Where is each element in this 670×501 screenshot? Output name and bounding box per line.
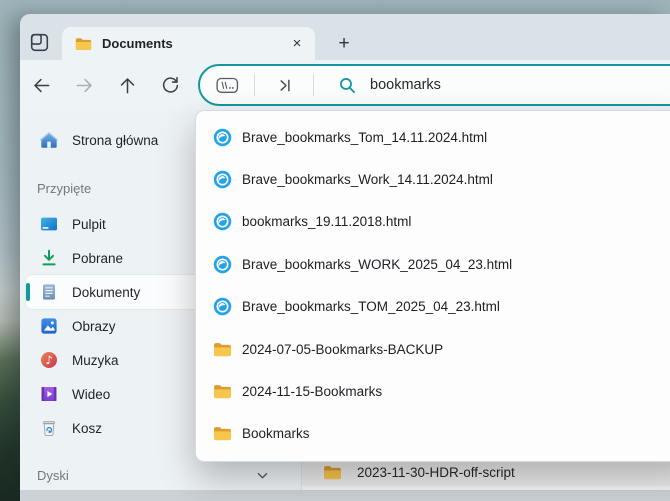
tab-documents[interactable]: Documents × <box>62 27 315 60</box>
search-result-name: Brave_bookmarks_TOM_2025_04_23.html <box>242 299 500 315</box>
search-result-name: bookmarks_19.11.2018.html <box>242 214 412 230</box>
address-search-bar[interactable] <box>198 64 670 106</box>
sidebar-item-label: Dokumenty <box>72 284 141 300</box>
searchbar-divider <box>254 74 255 96</box>
pictures-icon <box>39 316 59 336</box>
html-file-icon <box>213 212 232 231</box>
search-result-name: Brave_bookmarks_Tom_14.11.2024.html <box>242 129 488 145</box>
tab-list-button[interactable] <box>26 29 53 56</box>
tab-close-button[interactable]: × <box>287 34 307 54</box>
drives-section-header[interactable]: Dyski <box>26 463 295 487</box>
search-result-item[interactable]: Brave_bookmarks_TOM_2025_04_23.html <box>196 286 670 328</box>
drives-section-label: Dyski <box>37 467 69 483</box>
home-icon <box>39 130 59 150</box>
window-layout-icon <box>27 30 52 55</box>
back-button[interactable] <box>26 70 56 100</box>
folder-icon <box>213 384 232 399</box>
chevron-to-line-icon <box>275 76 294 95</box>
search-input[interactable] <box>368 76 670 94</box>
file-row[interactable]: 2023-11-30-HDR-off-script <box>302 458 670 486</box>
go-to-end-button[interactable] <box>263 70 305 100</box>
search-results-dropdown: Brave_bookmarks_Tom_14.11.2024.html Brav… <box>195 110 670 462</box>
search-icon <box>338 76 357 95</box>
new-tab-button[interactable]: + <box>331 31 357 57</box>
folder-icon <box>75 37 92 51</box>
back-arrow-icon <box>31 75 52 96</box>
sidebar-item-label: Kosz <box>72 420 103 436</box>
nav-button-group <box>26 70 185 100</box>
document-icon <box>39 282 59 302</box>
address-bar-icon <box>215 77 239 94</box>
desktop-icon <box>39 214 59 234</box>
file-explorer-window: Documents × + bookmarks Strona główna Pr… <box>20 14 670 501</box>
address-breadcrumb-button[interactable] <box>208 70 246 100</box>
refresh-icon <box>160 75 181 96</box>
search-result-item[interactable]: bookmarks_19.11.2018.html <box>196 201 670 243</box>
up-button[interactable] <box>112 70 142 100</box>
forward-button[interactable] <box>69 70 99 100</box>
sidebar-item-label: Muzyka <box>72 352 119 368</box>
search-result-name: Brave_bookmarks_WORK_2025_04_23.html <box>242 256 513 272</box>
navigation-toolbar <box>20 60 670 110</box>
search-result-item[interactable]: Bookmarks <box>196 413 670 455</box>
music-icon: ♪ <box>39 350 59 370</box>
up-arrow-icon <box>117 75 138 96</box>
chevron-down-icon[interactable] <box>253 466 271 484</box>
search-result-name: 2024-07-05-Bookmarks-BACKUP <box>242 341 444 357</box>
folder-icon <box>213 426 232 441</box>
searchbar-divider <box>313 74 314 96</box>
html-file-icon <box>213 170 232 189</box>
video-icon <box>39 384 59 404</box>
refresh-button[interactable] <box>155 70 185 100</box>
folder-icon <box>213 342 232 357</box>
search-result-item[interactable]: 2024-11-15-Bookmarks <box>196 370 670 412</box>
search-result-name: Bookmarks <box>242 426 310 442</box>
search-result-name: 2024-11-15-Bookmarks <box>242 384 383 400</box>
html-file-icon <box>213 128 232 147</box>
sidebar-item-label: Wideo <box>72 386 111 402</box>
download-icon <box>39 248 59 268</box>
window-bottom-edge <box>20 490 670 501</box>
search-result-item[interactable]: Brave_bookmarks_WORK_2025_04_23.html <box>196 243 670 285</box>
sidebar-item-label: Obrazy <box>72 318 116 334</box>
search-result-item[interactable]: Brave_bookmarks_Work_14.11.2024.html <box>196 158 670 200</box>
svg-text:♪: ♪ <box>45 353 52 367</box>
sidebar-item-label: Pobrane <box>72 250 124 266</box>
html-file-icon <box>213 297 232 316</box>
html-file-icon <box>213 255 232 274</box>
search-result-name: Brave_bookmarks_Work_14.11.2024.html <box>242 172 493 188</box>
titlebar: Documents × + <box>20 14 670 60</box>
sidebar-item-label: Pulpit <box>72 216 106 232</box>
tab-title: Documents <box>102 36 173 51</box>
search-result-item[interactable]: Brave_bookmarks_Tom_14.11.2024.html <box>196 116 670 158</box>
sidebar-item-label: Strona główna <box>72 132 159 148</box>
forward-arrow-icon <box>74 75 95 96</box>
search-result-item[interactable]: 2024-07-05-Bookmarks-BACKUP <box>196 328 670 370</box>
recycle-bin-icon <box>39 418 59 438</box>
file-name: 2023-11-30-HDR-off-script <box>357 464 515 480</box>
folder-icon <box>323 465 342 480</box>
